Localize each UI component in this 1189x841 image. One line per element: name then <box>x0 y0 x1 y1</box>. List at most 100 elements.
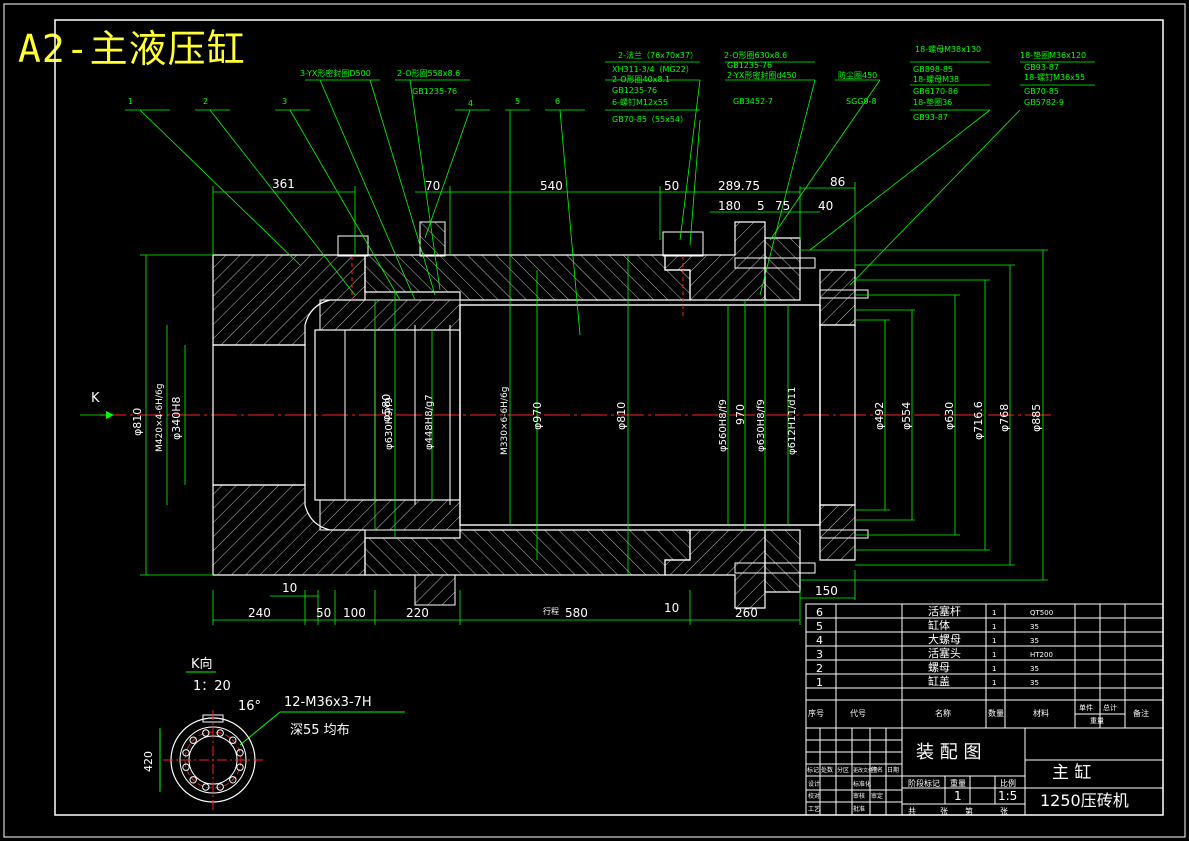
tb-label: 审核 <box>853 792 865 800</box>
bolt-hole <box>236 763 244 771</box>
bom-no: 2 <box>816 662 823 675</box>
bom-header-unit: 单件 <box>1079 703 1093 712</box>
dim-text: 240 <box>248 606 271 620</box>
leader-note: GB1235-76 <box>412 87 457 96</box>
dim-text: 970 <box>734 404 747 425</box>
tb-label: 标记 <box>807 766 819 774</box>
dim-text: φ810 <box>615 402 628 430</box>
leader-note: GB70-85 <box>1024 87 1059 96</box>
view-arrow-icon <box>106 411 114 419</box>
leader-note: GB898-85 <box>913 65 953 74</box>
leader-note: GB1235-76 <box>612 86 657 95</box>
inner-border <box>54 19 1164 816</box>
bom-no: 4 <box>816 634 823 647</box>
bom-material: 35 <box>1030 637 1039 645</box>
k-view-note2: 深55 均布 <box>290 723 350 738</box>
dim-text: 100 <box>343 606 366 620</box>
leader-note: XH311-3/4（MG22） <box>612 65 694 74</box>
leader-number-2: 2 <box>203 97 208 106</box>
dim-text: φ810 <box>131 408 144 436</box>
leader-note: GB1235-76 <box>727 61 772 70</box>
bom-material: 35 <box>1030 665 1039 673</box>
bom-header-code: 代号 <box>850 708 866 718</box>
dim-text: 40 <box>818 199 833 213</box>
tb-label: 分区 <box>837 766 849 774</box>
bom-qty: 1 <box>992 623 996 631</box>
tb-label: 标准化 <box>853 780 871 788</box>
bom-qty: 1 <box>992 609 996 617</box>
leader-note: 18-螺母M38 <box>913 74 959 84</box>
bom-name: 缸体 <box>928 618 950 632</box>
leader-note: 18-螺钉M36x55 <box>1024 72 1085 82</box>
dim-text: φ560H8/f9 <box>718 399 729 452</box>
bom-name: 活塞头 <box>928 646 961 660</box>
bom-qty: 1 <box>992 651 996 659</box>
view-k-label: K <box>91 391 100 406</box>
dim-text: 10 <box>664 601 679 615</box>
leader-note: GB5782-9 <box>1024 98 1064 107</box>
k-view-note1: 12-M36x3-7H <box>284 695 372 710</box>
scale-label: 比例 <box>1000 778 1016 788</box>
drawing-canvas: 1 2 3 4 5 6 3-YX形密封圈D500 2-O形圈558x8.6 GB… <box>3 3 1186 838</box>
bom-name: 活塞杆 <box>928 604 961 618</box>
top-dimensions: 361 70 540 50 289.75 180 5 75 86 40 <box>272 175 845 213</box>
bom-material: QT500 <box>1030 609 1053 617</box>
bolt-hole <box>182 763 190 771</box>
leader-note: 2-法兰（76x70x37） <box>618 50 698 60</box>
leader-note: 2-O形圈40x8.1 <box>612 75 670 84</box>
bom-no: 3 <box>816 648 823 661</box>
dim-text: φ612H11/d11 <box>787 387 798 455</box>
leader-number-5: 5 <box>515 97 520 106</box>
dim-text: 行程 <box>543 606 559 616</box>
leader-note: GB3452-7 <box>733 97 773 106</box>
k-view-dim: 420 <box>142 751 155 772</box>
leader-note: GB6170-86 <box>913 87 958 96</box>
dim-text: 289.75 <box>718 179 760 193</box>
dim-text: φ885 <box>1030 404 1043 432</box>
tb-label: 处数 <box>821 766 833 774</box>
k-view-angle: 16° <box>238 699 261 714</box>
weight-label: 重量 <box>950 778 966 788</box>
tb-label: 工艺 <box>808 805 820 813</box>
dim-text: 5 <box>757 199 765 213</box>
machine-name: 1250压砖机 <box>1040 791 1129 810</box>
leader-number-1: 1 <box>128 97 133 106</box>
leader-note: 2-O形圈558x8.6 <box>397 69 460 78</box>
bom-header-name: 名称 <box>935 708 951 718</box>
dim-text: 75 <box>775 199 790 213</box>
sheet-label: 张 <box>940 807 948 816</box>
qty-value: 1 <box>954 789 962 803</box>
dim-text: 86 <box>830 175 845 189</box>
tb-label: 设计 <box>808 780 820 788</box>
leader-note: GB93-87 <box>1024 63 1059 72</box>
leader-note: 18-螺母M38x130 <box>915 44 981 54</box>
dim-text: φ630H8/f9 <box>756 399 767 452</box>
leader-number-6: 6 <box>555 97 560 106</box>
leader-note: 18-垫圈36 <box>913 97 952 107</box>
dim-text: φ630H9/f9 <box>384 397 395 450</box>
diameter-labels: φ810 M420×4-6H/6g φ340H8 φ580 φ630H9/f9 … <box>131 384 1043 455</box>
bom-header-remark: 备注 <box>1133 708 1149 718</box>
bom-qty: 1 <box>992 679 996 687</box>
bom-header-no: 序号 <box>808 708 824 718</box>
dim-text: M330×6-6H/6g <box>500 387 510 455</box>
sheet-label: 第 <box>965 806 973 816</box>
leader-labels: 1 2 3 4 5 6 3-YX形密封圈D500 2-O形圈558x8.6 GB… <box>128 44 1086 124</box>
bom-material: 35 <box>1030 623 1039 631</box>
bom-header-total: 总计 <box>1103 703 1117 712</box>
leader-note: 18-垫圈M36x120 <box>1020 50 1086 60</box>
tb-label: 日期 <box>887 766 899 774</box>
title-block: 装 配 图 主 缸 1250压砖机 阶段标记 重量 比例 1 1:5 共 张 第… <box>807 742 1129 816</box>
tb-label: 审定 <box>871 792 883 800</box>
scale-value: 1:5 <box>998 789 1017 803</box>
part-name: 主 缸 <box>1052 762 1091 783</box>
bom-header-qty: 数量 <box>988 708 1004 718</box>
dim-text: 70 <box>425 179 440 193</box>
bom-qty: 1 <box>992 637 996 645</box>
k-view-title: K向 <box>191 656 213 672</box>
dim-text: 361 <box>272 177 295 191</box>
tb-label: 校对 <box>808 792 820 800</box>
bom-qty: 1 <box>992 665 996 673</box>
dim-text: φ768 <box>998 404 1011 432</box>
tb-label: 签名 <box>871 766 883 774</box>
